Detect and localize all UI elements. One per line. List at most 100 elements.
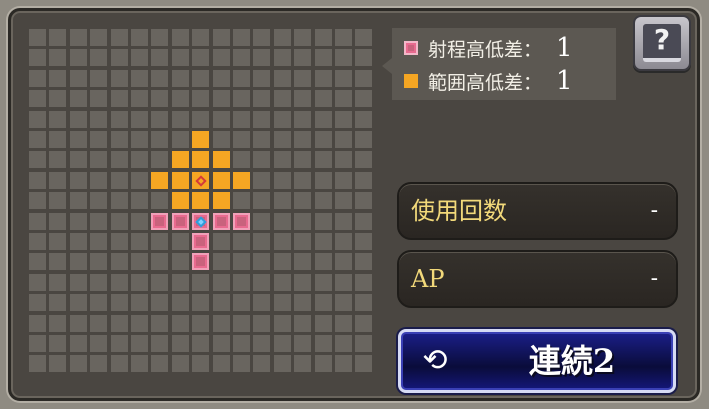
grid-cell xyxy=(90,294,107,311)
question-book-icon: ? xyxy=(643,24,681,62)
grid-cell xyxy=(294,355,311,372)
grid-cell xyxy=(111,29,128,46)
grid-cell xyxy=(131,315,148,332)
grid-cell xyxy=(29,49,46,66)
grid-cell xyxy=(192,29,209,46)
grid-cell xyxy=(274,111,291,128)
grid-cell xyxy=(274,233,291,250)
grid-cell xyxy=(29,315,46,332)
grid-cell xyxy=(90,172,107,189)
grid-cell xyxy=(253,111,270,128)
grid-cell xyxy=(355,274,372,291)
grid-cell xyxy=(294,274,311,291)
grid-cell xyxy=(131,29,148,46)
range-cell xyxy=(213,213,230,230)
grid-cell xyxy=(213,315,230,332)
grid-cell xyxy=(294,90,311,107)
grid-cell xyxy=(233,70,250,87)
grid-cell xyxy=(233,355,250,372)
grid-cell xyxy=(29,192,46,209)
grid-cell xyxy=(151,335,168,352)
grid-cell xyxy=(192,315,209,332)
grid-cell xyxy=(90,355,107,372)
grid-cell xyxy=(355,253,372,270)
grid-cell xyxy=(355,151,372,168)
grid-cell xyxy=(335,90,352,107)
grid-cell xyxy=(253,70,270,87)
grid-cell xyxy=(335,151,352,168)
grid-cell xyxy=(29,213,46,230)
grid-cell xyxy=(253,192,270,209)
grid-cell xyxy=(70,172,87,189)
grid-cell xyxy=(213,335,230,352)
grid-cell xyxy=(274,335,291,352)
grid-cell xyxy=(131,111,148,128)
chain-button[interactable]: ⟲ 連続2 xyxy=(398,329,676,393)
grid-cell xyxy=(355,29,372,46)
grid-cell xyxy=(315,29,332,46)
area-cell xyxy=(233,172,250,189)
grid-cell xyxy=(90,192,107,209)
grid-cell xyxy=(131,233,148,250)
grid-cell xyxy=(29,151,46,168)
grid-cell xyxy=(151,253,168,270)
grid-cell xyxy=(70,192,87,209)
grid-cell xyxy=(294,315,311,332)
grid-cell xyxy=(294,131,311,148)
legend-area-value: 1 xyxy=(556,66,573,96)
area-cell xyxy=(213,151,230,168)
grid-cell xyxy=(335,111,352,128)
grid-cell xyxy=(172,335,189,352)
grid-cell xyxy=(355,233,372,250)
grid-cell xyxy=(253,274,270,291)
grid-cell xyxy=(131,294,148,311)
grid-cell xyxy=(131,70,148,87)
grid-cell xyxy=(49,192,66,209)
grid-cell xyxy=(355,111,372,128)
grid-cell xyxy=(315,49,332,66)
grid-cell xyxy=(294,192,311,209)
help-button[interactable]: ? xyxy=(633,15,691,71)
grid-cell xyxy=(151,233,168,250)
range-cell xyxy=(192,253,209,270)
grid-cell xyxy=(29,294,46,311)
grid-cell xyxy=(131,253,148,270)
grid-cell xyxy=(111,90,128,107)
grid-cell xyxy=(294,111,311,128)
grid-cell xyxy=(294,151,311,168)
grid-cell xyxy=(192,90,209,107)
grid-cell xyxy=(70,213,87,230)
area-cell xyxy=(172,172,189,189)
ap-label: AP xyxy=(411,265,445,293)
grid-cell xyxy=(151,111,168,128)
grid-cell xyxy=(29,172,46,189)
grid-cell xyxy=(49,90,66,107)
grid-cell xyxy=(111,294,128,311)
grid-cell xyxy=(274,355,291,372)
grid-cell xyxy=(253,131,270,148)
grid-cell xyxy=(29,90,46,107)
grid-cell xyxy=(131,192,148,209)
grid-cell xyxy=(213,90,230,107)
grid-cell xyxy=(274,70,291,87)
grid-cell xyxy=(355,355,372,372)
grid-cell xyxy=(335,213,352,230)
grid-cell xyxy=(233,335,250,352)
grid-cell xyxy=(335,315,352,332)
range-cell xyxy=(172,213,189,230)
ap-stat: AP - xyxy=(397,250,678,308)
grid-cell xyxy=(29,70,46,87)
grid-cell xyxy=(111,335,128,352)
grid-cell xyxy=(253,315,270,332)
grid-cell xyxy=(49,355,66,372)
uses-value: - xyxy=(650,198,658,223)
grid-cell xyxy=(253,294,270,311)
grid-cell xyxy=(274,294,291,311)
grid-cell xyxy=(172,90,189,107)
grid-cell xyxy=(274,90,291,107)
grid-cell xyxy=(172,294,189,311)
uses-label: 使用回数 xyxy=(411,197,507,225)
grid-cell xyxy=(355,70,372,87)
grid-cell xyxy=(213,29,230,46)
grid-cell xyxy=(315,70,332,87)
